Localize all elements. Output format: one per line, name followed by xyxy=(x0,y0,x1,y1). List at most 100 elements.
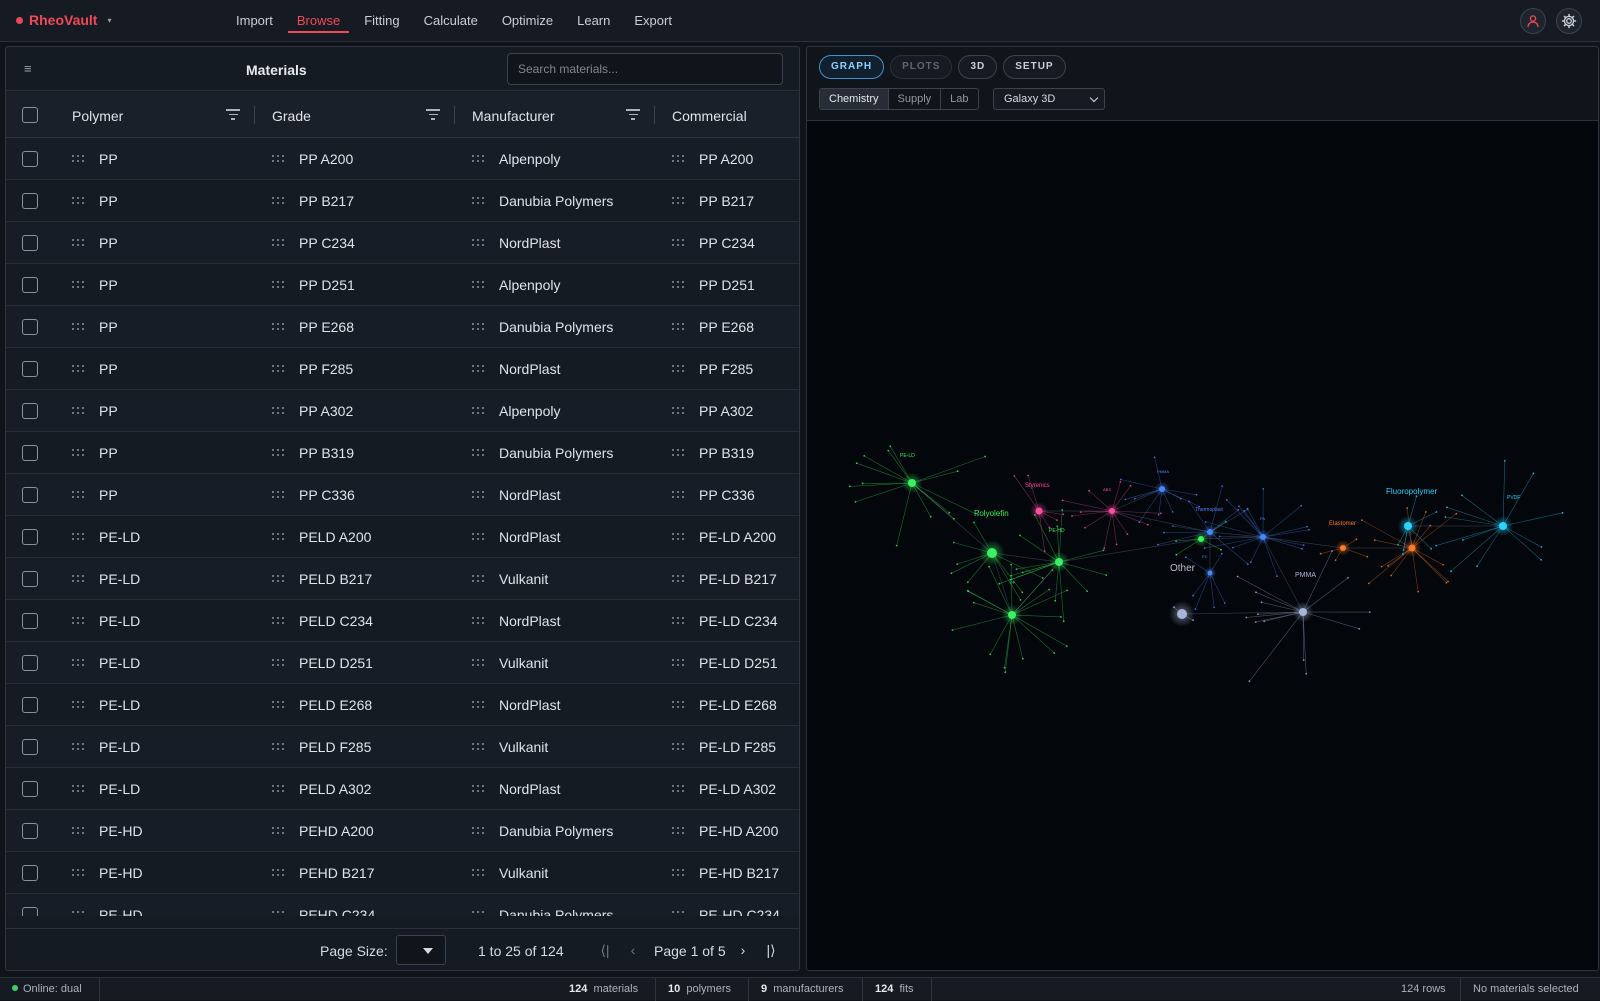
drag-handle-icon[interactable] xyxy=(672,575,684,583)
graph-leaf-node[interactable] xyxy=(1062,514,1064,516)
col-grade[interactable]: Grade xyxy=(272,92,311,138)
graph-leaf-node[interactable] xyxy=(951,572,953,574)
drag-handle-icon[interactable] xyxy=(272,281,284,289)
graph-leaf-node[interactable] xyxy=(1461,494,1463,496)
graph-leaf-node[interactable] xyxy=(1134,498,1136,500)
next-page-icon[interactable]: › xyxy=(735,942,751,958)
nav-learn[interactable]: Learn xyxy=(565,0,622,42)
graph-leaf-node[interactable] xyxy=(1308,529,1310,531)
table-row[interactable]: PPPP A200AlpenpolyPP A200 xyxy=(6,138,800,180)
drag-handle-icon[interactable] xyxy=(472,617,484,625)
gear-icon[interactable] xyxy=(1556,8,1582,34)
drag-handle-icon[interactable] xyxy=(272,911,284,916)
graph-leaf-node[interactable] xyxy=(1010,564,1012,566)
graph-leaf-node[interactable] xyxy=(1010,575,1012,577)
drag-handle-icon[interactable] xyxy=(272,407,284,415)
drag-handle-icon[interactable] xyxy=(472,533,484,541)
graph-leaf-node[interactable] xyxy=(1358,628,1360,630)
graph-leaf-node[interactable] xyxy=(956,563,958,565)
graph-leaf-node[interactable] xyxy=(1042,577,1044,579)
graph-leaf-node[interactable] xyxy=(887,450,889,452)
graph-leaf-node[interactable] xyxy=(1303,544,1305,546)
drag-handle-icon[interactable] xyxy=(272,449,284,457)
graph-leaf-node[interactable] xyxy=(1157,544,1159,546)
graph-leaf-node[interactable] xyxy=(1417,591,1419,593)
drag-handle-icon[interactable] xyxy=(672,617,684,625)
drag-handle-icon[interactable] xyxy=(472,197,484,205)
graph-leaf-node[interactable] xyxy=(1447,581,1449,583)
graph-leaf-node[interactable] xyxy=(1213,607,1215,609)
drag-handle-icon[interactable] xyxy=(72,911,84,916)
drag-handle-icon[interactable] xyxy=(72,785,84,793)
graph-leaf-node[interactable] xyxy=(1320,553,1322,555)
graph-leaf-node[interactable] xyxy=(849,486,851,488)
drag-handle-icon[interactable] xyxy=(72,701,84,709)
drag-handle-icon[interactable] xyxy=(272,785,284,793)
graph-canvas[interactable]: PE-LD Styrenics ABS PMMA Thermoplast PA … xyxy=(807,120,1599,971)
graph-leaf-node[interactable] xyxy=(953,518,955,520)
graph-leaf-node[interactable] xyxy=(1019,535,1021,537)
drag-handle-icon[interactable] xyxy=(472,449,484,457)
drag-handle-icon[interactable] xyxy=(472,827,484,835)
graph-hub-node-thermoplast[interactable] xyxy=(1207,529,1213,535)
graph-leaf-node[interactable] xyxy=(1402,553,1404,555)
graph-leaf-node[interactable] xyxy=(1369,611,1371,613)
drag-handle-icon[interactable] xyxy=(72,869,84,877)
caret-down-icon[interactable]: ▾ xyxy=(107,16,111,25)
graph-leaf-node[interactable] xyxy=(1397,544,1399,546)
nav-calculate[interactable]: Calculate xyxy=(412,0,490,42)
graph-leaf-node[interactable] xyxy=(1445,516,1447,518)
graph-leaf-node[interactable] xyxy=(1163,532,1165,534)
graph-hub-node-fluoro[interactable] xyxy=(1409,545,1416,552)
row-checkbox[interactable] xyxy=(22,697,38,713)
graph-leaf-node[interactable] xyxy=(1237,576,1239,578)
drag-handle-icon[interactable] xyxy=(472,491,484,499)
drag-handle-icon[interactable] xyxy=(672,281,684,289)
row-checkbox[interactable] xyxy=(22,823,38,839)
row-checkbox[interactable] xyxy=(22,403,38,419)
drag-handle-icon[interactable] xyxy=(272,365,284,373)
graph-leaf-node[interactable] xyxy=(1368,583,1370,585)
graph-leaf-node[interactable] xyxy=(1196,494,1198,496)
graph-leaf-node[interactable] xyxy=(1053,652,1055,654)
drag-handle-icon[interactable] xyxy=(672,911,684,916)
graph-leaf-node[interactable] xyxy=(1120,481,1122,483)
graph-leaf-node[interactable] xyxy=(1225,521,1227,523)
tab-plots[interactable]: PLOTS xyxy=(890,55,952,79)
tab-setup[interactable]: SETUP xyxy=(1003,55,1065,79)
graph-leaf-node[interactable] xyxy=(1237,509,1239,511)
drag-handle-icon[interactable] xyxy=(72,197,84,205)
drag-handle-icon[interactable] xyxy=(72,407,84,415)
graph-leaf-node[interactable] xyxy=(1435,545,1437,547)
row-checkbox[interactable] xyxy=(22,445,38,461)
row-checkbox[interactable] xyxy=(22,361,38,377)
graph-leaf-node[interactable] xyxy=(1014,475,1016,477)
col-manufacturer[interactable]: Manufacturer xyxy=(472,92,554,138)
graph-hub-node-abs[interactable] xyxy=(1109,508,1115,514)
graph-leaf-node[interactable] xyxy=(1429,525,1431,527)
graph-leaf-node[interactable] xyxy=(1425,511,1427,513)
graph-leaf-node[interactable] xyxy=(1175,540,1177,542)
table-row[interactable]: PE-LDPELD D251VulkanitPE-LD D251 xyxy=(6,642,800,684)
graph-leaf-node[interactable] xyxy=(1261,601,1263,603)
drag-handle-icon[interactable] xyxy=(472,407,484,415)
nav-browse[interactable]: Browse xyxy=(285,0,352,42)
graph-leaf-node[interactable] xyxy=(1504,460,1506,462)
graph-hub-node-fluoro-cyan[interactable] xyxy=(1404,522,1412,530)
table-row[interactable]: PE-LDPELD B217VulkanitPE-LD B217 xyxy=(6,558,800,600)
drag-handle-icon[interactable] xyxy=(472,281,484,289)
filter-icon[interactable] xyxy=(226,109,240,121)
graph-leaf-node[interactable] xyxy=(1021,591,1023,593)
graph-leaf-node[interactable] xyxy=(1004,671,1006,673)
graph-leaf-node[interactable] xyxy=(1219,536,1221,538)
drag-handle-icon[interactable] xyxy=(472,743,484,751)
col-commercial[interactable]: Commercial xyxy=(672,92,747,138)
drag-handle-icon[interactable] xyxy=(72,743,84,751)
graph-leaf-node[interactable] xyxy=(1450,570,1452,572)
graph-leaf-node[interactable] xyxy=(1048,589,1050,591)
drag-handle-icon[interactable] xyxy=(672,827,684,835)
graph-leaf-node[interactable] xyxy=(967,590,969,592)
graph-leaf-node[interactable] xyxy=(1127,533,1129,535)
table-row[interactable]: PE-LDPELD E268NordPlastPE-LD E268 xyxy=(6,684,800,726)
graph-leaf-node[interactable] xyxy=(1054,600,1056,602)
